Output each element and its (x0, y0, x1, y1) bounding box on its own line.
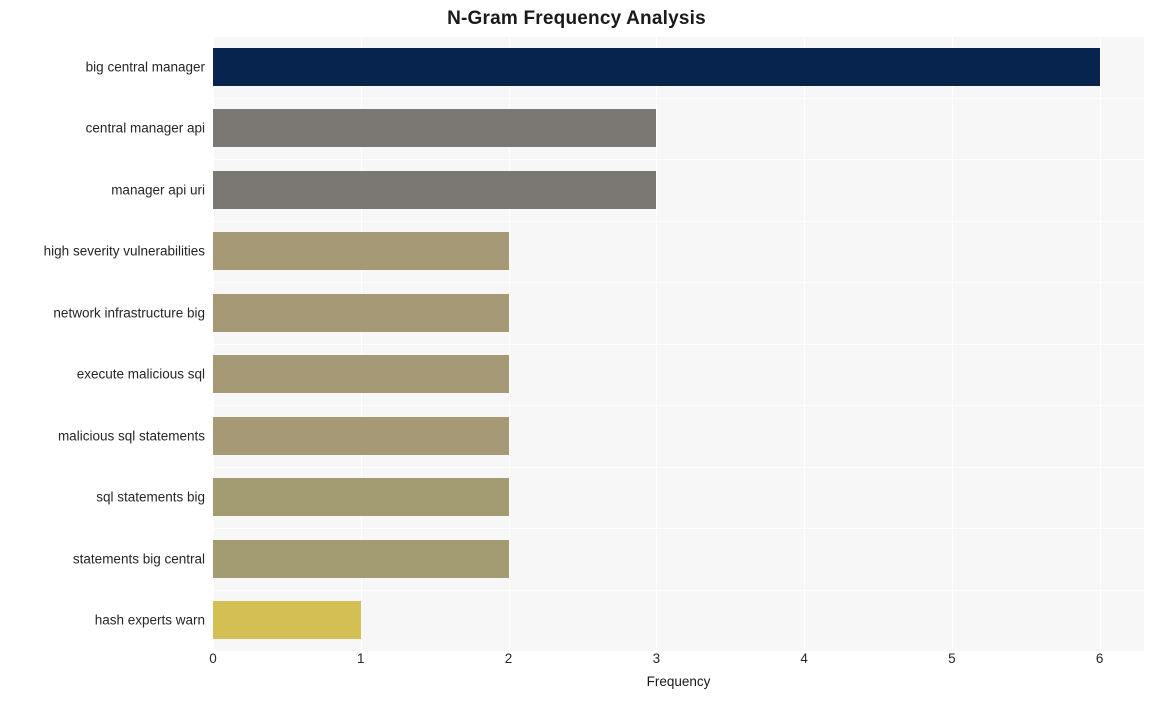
y-tick-label: network infrastructure big (53, 305, 205, 321)
x-tick-label: 2 (504, 651, 513, 666)
y-tick-label: hash experts warn (94, 612, 205, 628)
x-axis-title: Frequency (646, 674, 711, 689)
bar (213, 478, 509, 517)
y-axis-category-labels: big central manager central manager api ma… (0, 36, 205, 651)
x-tick-label: 4 (800, 651, 808, 666)
bar (213, 293, 509, 332)
x-tick-label: 5 (948, 651, 956, 666)
x-tick-label: 3 (652, 651, 661, 666)
x-axis-tick-labels: 0 1 2 3 4 5 6 (209, 651, 1144, 673)
chart-title: N-Gram Frequency Analysis (447, 8, 706, 29)
bar-series (213, 36, 1144, 651)
chart-container: N-Gram Frequency Analysis big central ma… (0, 0, 1153, 701)
y-tick-label: execute malicious sql (76, 366, 205, 382)
bar (213, 601, 361, 640)
bar (213, 232, 509, 271)
y-tick-label: malicious sql statements (57, 428, 205, 444)
y-tick-label: manager api uri (111, 182, 205, 198)
y-tick-label: high severity vulnerabilities (43, 243, 205, 259)
bar (213, 539, 509, 578)
bar (213, 47, 1100, 86)
bar (213, 355, 509, 394)
x-tick-label: 1 (357, 651, 365, 666)
plot-area (213, 36, 1144, 652)
x-tick-label: 6 (1095, 651, 1104, 666)
bar (213, 109, 657, 148)
bar (213, 170, 657, 209)
y-tick-label: big central manager (85, 59, 205, 75)
bar (213, 416, 509, 455)
y-tick-label: statements big central (72, 551, 205, 567)
y-tick-label: sql statements big (96, 489, 205, 505)
y-tick-label: central manager api (85, 120, 205, 136)
x-tick-label: 0 (209, 651, 217, 666)
